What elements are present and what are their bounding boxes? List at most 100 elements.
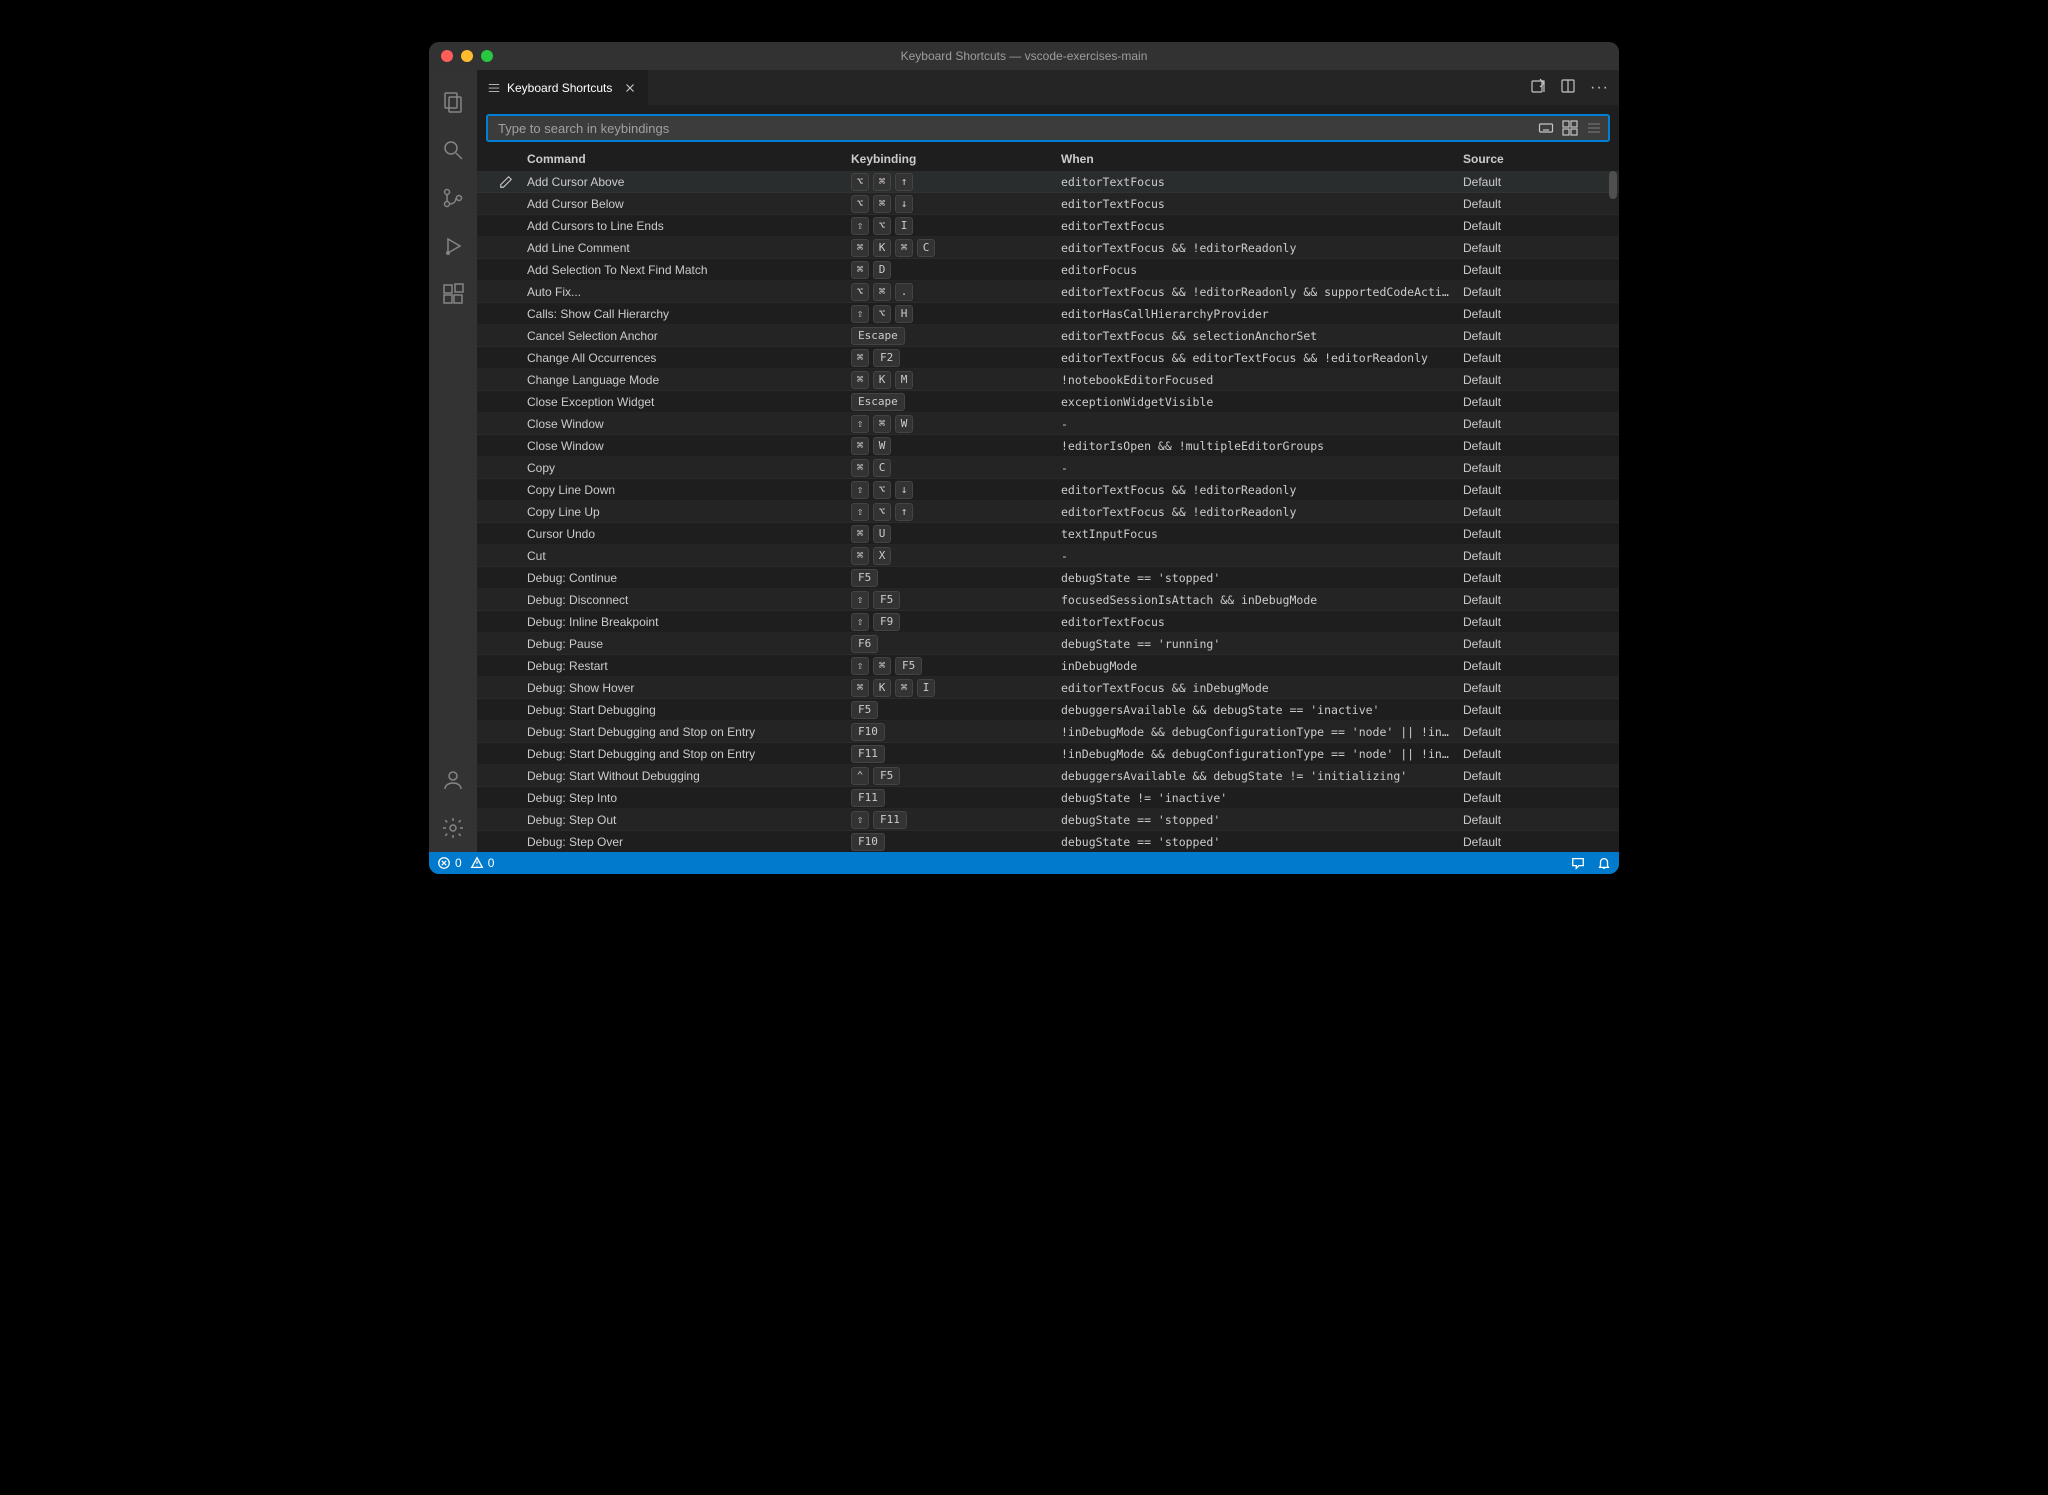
table-row[interactable]: Copy⌘C-Default xyxy=(477,457,1619,479)
row-command: Copy Line Down xyxy=(521,483,845,497)
row-source: Default xyxy=(1457,373,1567,387)
table-row[interactable]: Add Cursor Above⌥⌘↑editorTextFocusDefaul… xyxy=(477,171,1619,193)
key-cap: ⌥ xyxy=(851,195,869,213)
header-command[interactable]: Command xyxy=(521,152,845,166)
more-actions-icon[interactable]: ··· xyxy=(1590,79,1609,97)
run-debug-icon[interactable] xyxy=(429,222,477,270)
accounts-icon[interactable] xyxy=(429,756,477,804)
table-row[interactable]: Change All Occurrences⌘F2editorTextFocus… xyxy=(477,347,1619,369)
edit-keybinding-icon[interactable] xyxy=(477,175,521,189)
key-cap: H xyxy=(895,305,913,323)
row-when: editorHasCallHierarchyProvider xyxy=(1055,307,1457,321)
row-source: Default xyxy=(1457,637,1567,651)
window-minimize-button[interactable] xyxy=(461,50,473,62)
source-control-icon[interactable] xyxy=(429,174,477,222)
tab-close-icon[interactable] xyxy=(622,80,638,96)
table-row[interactable]: Copy Line Up⇧⌥↑editorTextFocus && !edito… xyxy=(477,501,1619,523)
activity-bar xyxy=(429,70,477,852)
header-source[interactable]: Source xyxy=(1457,152,1567,166)
row-keybinding: ⇧F11 xyxy=(845,811,1055,829)
row-source: Default xyxy=(1457,725,1567,739)
settings-gear-icon[interactable] xyxy=(429,804,477,852)
key-cap: F10 xyxy=(851,723,885,741)
status-warnings[interactable]: 0 xyxy=(470,856,495,870)
table-row[interactable]: Cut⌘X-Default xyxy=(477,545,1619,567)
key-cap: ↓ xyxy=(895,481,913,499)
split-editor-icon[interactable] xyxy=(1560,78,1576,97)
table-row[interactable]: Debug: Start Debugging and Stop on Entry… xyxy=(477,743,1619,765)
row-source: Default xyxy=(1457,813,1567,827)
window-maximize-button[interactable] xyxy=(481,50,493,62)
key-cap: ⌘ xyxy=(873,415,891,433)
table-row[interactable]: Debug: Start Debugging and Stop on Entry… xyxy=(477,721,1619,743)
table-row[interactable]: Change Language Mode⌘KM!notebookEditorFo… xyxy=(477,369,1619,391)
row-when: !inDebugMode && debugConfigurationType =… xyxy=(1055,747,1457,761)
extensions-icon[interactable] xyxy=(429,270,477,318)
row-source: Default xyxy=(1457,461,1567,475)
table-row[interactable]: Close Exception WidgetEscapeexceptionWid… xyxy=(477,391,1619,413)
key-cap: F10 xyxy=(851,833,885,851)
status-feedback-icon[interactable] xyxy=(1571,856,1585,870)
window-title: Keyboard Shortcuts — vscode-exercises-ma… xyxy=(429,49,1619,63)
table-row[interactable]: Close Window⌘W!editorIsOpen && !multiple… xyxy=(477,435,1619,457)
table-row[interactable]: Debug: Step IntoF11debugState != 'inacti… xyxy=(477,787,1619,809)
table-row[interactable]: Debug: PauseF6debugState == 'running'Def… xyxy=(477,633,1619,655)
row-command: Close Exception Widget xyxy=(521,395,845,409)
table-row[interactable]: Debug: Show Hover⌘K⌘IeditorTextFocus && … xyxy=(477,677,1619,699)
clear-input-icon[interactable] xyxy=(1586,120,1602,136)
record-keys-icon[interactable] xyxy=(1538,120,1554,136)
row-source: Default xyxy=(1457,681,1567,695)
table-row[interactable]: Close Window⇧⌘W-Default xyxy=(477,413,1619,435)
status-bell-icon[interactable] xyxy=(1597,856,1611,870)
row-command: Calls: Show Call Hierarchy xyxy=(521,307,845,321)
table-row[interactable]: Cursor Undo⌘UtextInputFocusDefault xyxy=(477,523,1619,545)
search-icon[interactable] xyxy=(429,126,477,174)
table-row[interactable]: Add Cursors to Line Ends⇧⌥IeditorTextFoc… xyxy=(477,215,1619,237)
table-row[interactable]: Cancel Selection AnchorEscapeeditorTextF… xyxy=(477,325,1619,347)
key-cap: ⌘ xyxy=(851,547,869,565)
sort-precedence-icon[interactable] xyxy=(1562,120,1578,136)
table-row[interactable]: Add Cursor Below⌥⌘↓editorTextFocusDefaul… xyxy=(477,193,1619,215)
explorer-icon[interactable] xyxy=(429,78,477,126)
row-command: Debug: Inline Breakpoint xyxy=(521,615,845,629)
table-row[interactable]: Debug: Start Without Debugging⌃F5debugge… xyxy=(477,765,1619,787)
window-close-button[interactable] xyxy=(441,50,453,62)
header-when[interactable]: When xyxy=(1055,152,1457,166)
search-input[interactable] xyxy=(498,121,1538,136)
table-row[interactable]: Debug: Inline Breakpoint⇧F9editorTextFoc… xyxy=(477,611,1619,633)
table-row[interactable]: Add Line Comment⌘K⌘CeditorTextFocus && !… xyxy=(477,237,1619,259)
table-row[interactable]: Debug: Step Out⇧F11debugState == 'stoppe… xyxy=(477,809,1619,831)
row-when: debuggersAvailable && debugState == 'ina… xyxy=(1055,703,1457,717)
table-row[interactable]: Debug: Start DebuggingF5debuggersAvailab… xyxy=(477,699,1619,721)
row-source: Default xyxy=(1457,769,1567,783)
table-row[interactable]: Calls: Show Call Hierarchy⇧⌥HeditorHasCa… xyxy=(477,303,1619,325)
table-row[interactable]: Debug: Step OverF10debugState == 'stoppe… xyxy=(477,831,1619,852)
row-keybinding: F6 xyxy=(845,635,1055,653)
key-cap: C xyxy=(917,239,935,257)
keybindings-table: Command Keybinding When Source Add Curso… xyxy=(477,147,1619,852)
key-cap: ↓ xyxy=(895,195,913,213)
search-bar[interactable] xyxy=(487,115,1609,141)
table-row[interactable]: Debug: ContinueF5debugState == 'stopped'… xyxy=(477,567,1619,589)
row-source: Default xyxy=(1457,417,1567,431)
table-row[interactable]: Debug: Restart⇧⌘F5inDebugModeDefault xyxy=(477,655,1619,677)
key-cap: ⌘ xyxy=(851,679,869,697)
key-cap: U xyxy=(873,525,891,543)
row-when: exceptionWidgetVisible xyxy=(1055,395,1457,409)
scrollbar-thumb[interactable] xyxy=(1609,171,1617,199)
table-row[interactable]: Copy Line Down⇧⌥↓editorTextFocus && !edi… xyxy=(477,479,1619,501)
key-cap: ⌘ xyxy=(851,261,869,279)
tab-keyboard-shortcuts[interactable]: Keyboard Shortcuts xyxy=(477,70,649,105)
open-json-icon[interactable] xyxy=(1530,78,1546,97)
key-cap: ⇧ xyxy=(851,657,869,675)
row-keybinding: ⌘W xyxy=(845,437,1055,455)
table-row[interactable]: Debug: Disconnect⇧F5focusedSessionIsAtta… xyxy=(477,589,1619,611)
table-row[interactable]: Auto Fix...⌥⌘.editorTextFocus && !editor… xyxy=(477,281,1619,303)
status-errors[interactable]: 0 xyxy=(437,856,462,870)
row-when: editorTextFocus && !editorReadonly xyxy=(1055,483,1457,497)
scrollbar[interactable] xyxy=(1609,171,1619,852)
row-command: Debug: Start Debugging and Stop on Entry xyxy=(521,747,845,761)
header-keybinding[interactable]: Keybinding xyxy=(845,152,1055,166)
row-when: editorTextFocus && inDebugMode xyxy=(1055,681,1457,695)
table-row[interactable]: Add Selection To Next Find Match⌘Deditor… xyxy=(477,259,1619,281)
